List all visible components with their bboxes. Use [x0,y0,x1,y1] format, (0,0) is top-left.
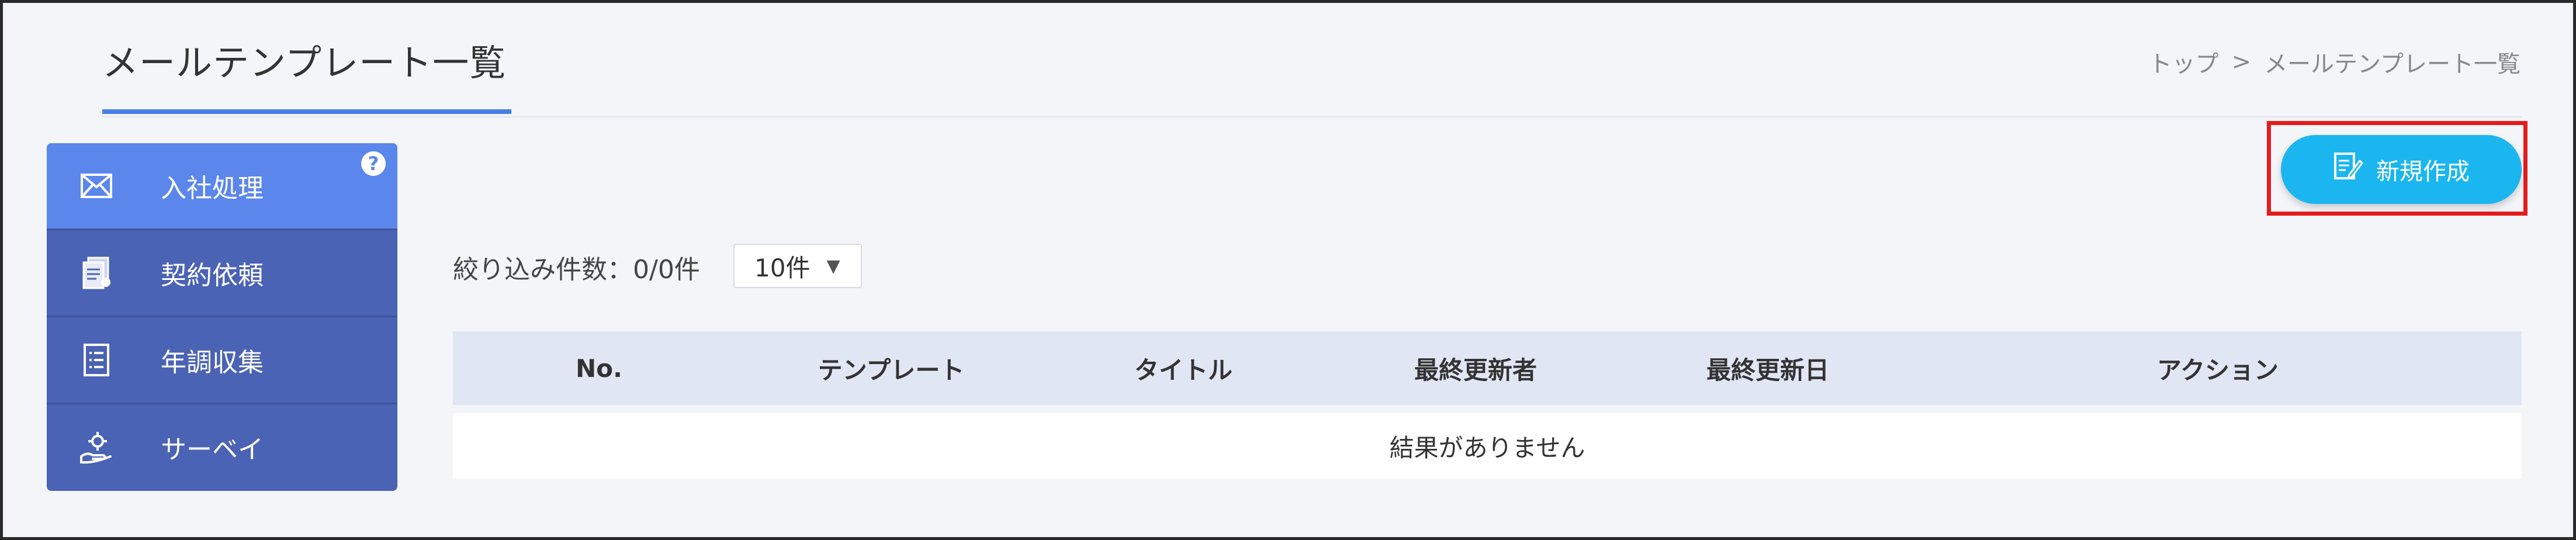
empty-results-row: 結果がありません [453,413,2522,479]
mail-icon [79,168,114,203]
new-create-label: 新規作成 [2376,158,2470,185]
sidebar-item-survey[interactable]: サーベイ [47,404,397,490]
page-size-select[interactable]: 10件 ▼ [733,244,862,288]
sidebar-item-contract-request[interactable]: 契約依頼 [47,230,397,317]
column-header-no[interactable]: No. [453,354,745,383]
page-title: メールテンプレート一覧 [102,41,507,84]
new-create-button[interactable]: 新規作成 [2281,135,2522,204]
checklist-icon [79,342,114,378]
help-icon[interactable]: ? [361,151,386,176]
column-header-updated-by[interactable]: 最終更新者 [1329,351,1622,386]
sidebar-item-label: 入社処理 [161,174,264,203]
column-header-action: アクション [2157,355,2279,385]
breadcrumb-current: メールテンプレート一覧 [2264,51,2520,78]
sidebar-item-label: 契約依頼 [161,261,264,290]
breadcrumb: トップ > メールテンプレート一覧 [2149,45,2520,79]
breadcrumb-home-link[interactable]: トップ [2149,45,2219,79]
filter-count-label: 絞り込み件数：0/0件 [453,255,700,285]
title-underline [102,109,511,114]
column-header-updated-at[interactable]: 最終更新日 [1622,351,1914,386]
edit-document-icon [2333,151,2363,188]
sidebar: 入社処理 ? 契約依頼 年調収集 サーベイ [47,143,397,491]
sidebar-item-year-end-collection[interactable]: 年調収集 [47,317,397,404]
breadcrumb-separator: > [2231,49,2252,75]
sidebar-item-label: サーベイ [161,435,264,465]
hand-gear-icon [79,430,114,465]
template-table: No. テンプレート タイトル 最終更新者 最終更新日 アクション 結果がありま… [453,331,2522,479]
app-frame: メールテンプレート一覧 トップ > メールテンプレート一覧 入社処理 ? 契約依… [0,0,2576,540]
column-header-template[interactable]: テンプレート [745,351,1037,386]
page-size-value: 10件 [754,253,811,282]
header-divider [102,116,2522,117]
empty-message: 結果がありません [1389,433,1585,462]
caret-down-icon: ▼ [826,255,840,276]
sidebar-item-onboarding[interactable]: 入社処理 ? [47,143,397,230]
document-stack-icon [79,255,114,290]
column-header-title[interactable]: タイトル [1037,351,1329,386]
sidebar-item-label: 年調収集 [161,348,264,378]
table-header: No. テンプレート タイトル 最終更新者 最終更新日 アクション [453,331,2522,405]
